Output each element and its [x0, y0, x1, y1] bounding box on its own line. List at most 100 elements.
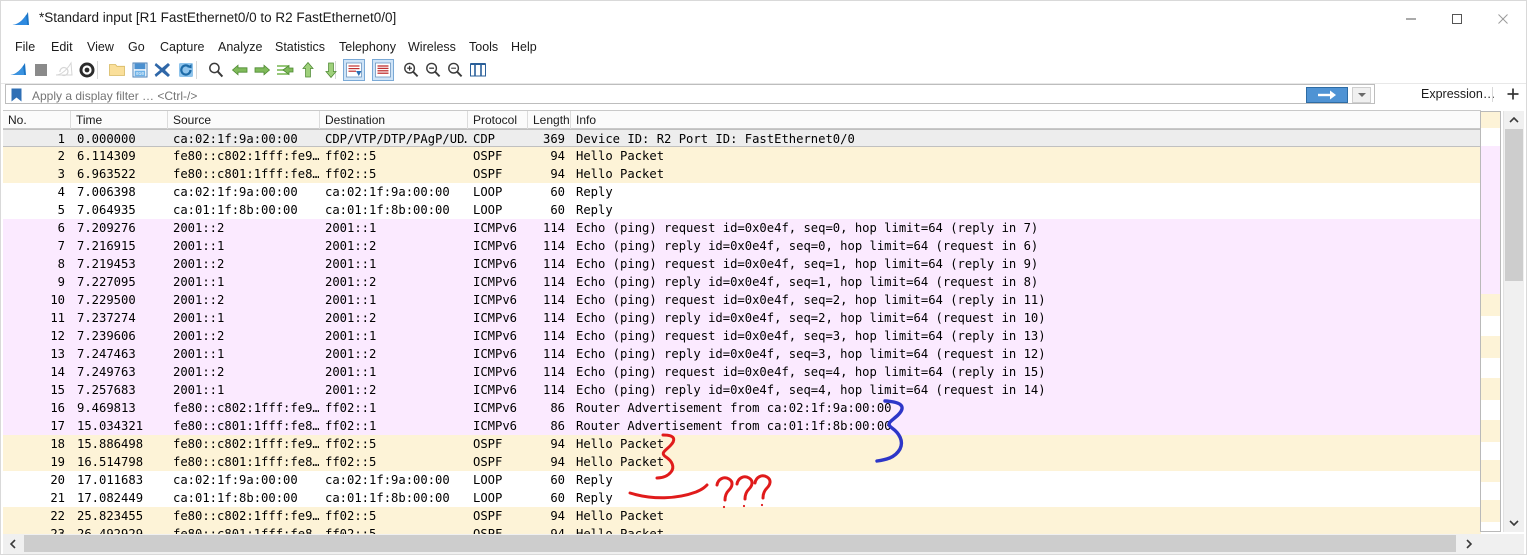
start-capture-button[interactable]	[7, 59, 29, 81]
column-header-protocol[interactable]: Protocol	[468, 111, 528, 129]
cell-destination: 2001::2	[325, 239, 377, 253]
table-row[interactable]: 1 0.000000 ca:02:1f:9a:00:00 CDP/VTP/DTP/PA…	[3, 129, 1481, 147]
table-row[interactable]: 8 7.219453 2001::2 2001::1 ICMPv6 114 Echo (pi…	[3, 255, 1481, 273]
folder-icon	[108, 61, 126, 79]
menu-item-file[interactable]: File	[9, 37, 41, 57]
menu-item-analyze[interactable]: Analyze	[212, 37, 268, 57]
table-row[interactable]: 13 7.247463 2001::1 2001::2 ICMPv6 114 Echo (p…	[3, 345, 1481, 363]
go-to-packet-button[interactable]	[274, 59, 296, 81]
table-row[interactable]: 7 7.216915 2001::1 2001::2 ICMPv6 114 Echo (pi…	[3, 237, 1481, 255]
table-row[interactable]: 23 26.492929 fe80::c801:1fff:fe8… ff02::5 OS…	[3, 525, 1481, 534]
table-row[interactable]: 6 7.209276 2001::2 2001::1 ICMPv6 114 Echo (pi…	[3, 219, 1481, 237]
table-row[interactable]: 21 17.082449 ca:01:1f:8b:00:00 ca:01:1f:8b:…	[3, 489, 1481, 507]
search-input[interactable]	[30, 87, 1264, 105]
chevron-left-icon[interactable]	[3, 534, 23, 553]
cell-protocol: OSPF	[473, 455, 503, 469]
open-file-button[interactable]	[106, 59, 128, 81]
menu-item-wireless[interactable]: Wireless	[402, 37, 462, 57]
table-row[interactable]: 19 16.514798 fe80::c801:1fff:fe8… ff02::5 OS…	[3, 453, 1481, 471]
cell-destination: ff02::5	[325, 437, 377, 451]
table-row[interactable]: 18 15.886498 fe80::c802:1fff:fe9… ff02::5 OS…	[3, 435, 1481, 453]
save-file-button[interactable]	[129, 59, 151, 81]
resize-columns-button[interactable]	[467, 59, 489, 81]
table-row[interactable]: 5 7.064935 ca:01:1f:8b:00:00 ca:01:1f:8b:00…	[3, 201, 1481, 219]
colorize-packets-button[interactable]	[372, 59, 394, 81]
table-row[interactable]: 11 7.237274 2001::1 2001::2 ICMPv6 114 Echo (p…	[3, 309, 1481, 327]
reload-file-button[interactable]	[175, 59, 197, 81]
column-header-no[interactable]: No.	[3, 111, 71, 129]
vertical-scrollbar-thumb[interactable]	[1505, 129, 1523, 281]
cell-destination: ca:02:1f:9a:00:00	[325, 185, 450, 199]
find-packet-button[interactable]	[205, 59, 227, 81]
menu-item-edit[interactable]: Edit	[45, 37, 79, 57]
go-to-last-button[interactable]	[320, 59, 342, 81]
filter-input-box[interactable]	[5, 84, 1375, 105]
table-row[interactable]: 16 9.469813 fe80::c802:1fff:fe9… ff02::1 ICM…	[3, 399, 1481, 417]
cell-length: 60	[550, 473, 565, 487]
table-row[interactable]: 14 7.249763 2001::2 2001::1 ICMPv6 114 Echo (p…	[3, 363, 1481, 381]
capture-options-button[interactable]	[76, 59, 98, 81]
zoom-out-button[interactable]	[422, 59, 444, 81]
chevron-right-icon[interactable]	[1459, 534, 1479, 553]
table-row[interactable]: 17 15.034321 fe80::c801:1fff:fe8… ff02::1 IC…	[3, 417, 1481, 435]
zoom-reset-icon	[446, 61, 464, 79]
menu-item-telephony[interactable]: Telephony	[333, 37, 402, 57]
menu-item-view[interactable]: View	[81, 37, 120, 57]
packet-list-pane[interactable]: No. Time Source Destination Protocol Length In…	[3, 110, 1524, 534]
menu-item-capture[interactable]: Capture	[154, 37, 210, 57]
table-row[interactable]: 15 7.257683 2001::1 2001::2 ICMPv6 114 Echo (p…	[3, 381, 1481, 399]
zoom-in-button[interactable]	[400, 59, 422, 81]
menu-item-help[interactable]: Help	[505, 37, 543, 57]
table-row[interactable]: 9 7.227095 2001::1 2001::2 ICMPv6 114 Echo (pi…	[3, 273, 1481, 291]
cell-protocol: ICMPv6	[473, 293, 518, 307]
cell-destination: 2001::2	[325, 311, 377, 325]
cell-no: 2	[57, 149, 65, 163]
cell-info: Echo (ping) reply id=0x0e4f, seq=0, hop …	[576, 239, 1039, 253]
cell-length: 114	[542, 239, 565, 253]
menu-item-statistics[interactable]: Statistics	[269, 37, 331, 57]
table-row[interactable]: 3 6.963522 fe80::c801:1fff:fe8… ff02::5 OSPF…	[3, 165, 1481, 183]
auto-scroll-button[interactable]	[343, 59, 365, 81]
minimize-button[interactable]	[1388, 1, 1434, 37]
zoom-reset-button[interactable]	[444, 59, 466, 81]
chevron-down-icon[interactable]	[1504, 514, 1524, 532]
horizontal-scrollbar-thumb[interactable]	[24, 535, 1456, 552]
plus-icon[interactable]	[1504, 85, 1522, 103]
cell-protocol: LOOP	[473, 473, 503, 487]
column-header-info[interactable]: Info	[571, 111, 1481, 129]
stop-capture-button[interactable]	[30, 59, 52, 81]
close-file-button[interactable]	[152, 59, 174, 81]
column-header-source[interactable]: Source	[168, 111, 320, 129]
table-row[interactable]: 22 25.823455 fe80::c802:1fff:fe9… ff02::5 OS…	[3, 507, 1481, 525]
apply-filter-button[interactable]	[1306, 87, 1348, 103]
chevron-up-icon[interactable]	[1504, 111, 1524, 129]
close-button[interactable]	[1480, 1, 1526, 37]
minimap-segment	[1481, 420, 1500, 442]
expression-button[interactable]: Expression…	[1421, 86, 1495, 103]
go-back-button[interactable]	[229, 59, 251, 81]
table-row[interactable]: 2 6.114309 fe80::c802:1fff:fe9… ff02::5 OSPF…	[3, 147, 1481, 165]
menu-item-go[interactable]: Go	[122, 37, 151, 57]
go-to-first-button[interactable]	[297, 59, 319, 81]
maximize-button[interactable]	[1434, 1, 1480, 37]
cell-no: 11	[50, 311, 65, 325]
vertical-scrollbar[interactable]	[1503, 111, 1524, 532]
cell-info: Hello Packet	[576, 167, 665, 181]
table-row[interactable]: 4 7.006398 ca:02:1f:9a:00:00 ca:02:1f:9a:00…	[3, 183, 1481, 201]
horizontal-scrollbar[interactable]	[3, 534, 1524, 554]
column-header-length[interactable]: Length	[528, 111, 571, 129]
column-header-destination[interactable]: Destination	[320, 111, 468, 129]
table-row[interactable]: 20 17.011683 ca:02:1f:9a:00:00 ca:02:1f:9a:…	[3, 471, 1481, 489]
menu-item-tools[interactable]: Tools	[463, 37, 504, 57]
cell-protocol: LOOP	[473, 203, 503, 217]
intelligent-scrollbar-minimap[interactable]	[1480, 111, 1501, 532]
go-forward-button[interactable]	[251, 59, 273, 81]
table-row[interactable]: 12 7.239606 2001::2 2001::1 ICMPv6 114 Echo (p…	[3, 327, 1481, 345]
column-header-time[interactable]: Time	[71, 111, 168, 129]
cell-destination: 2001::1	[325, 329, 377, 343]
table-row[interactable]: 10 7.229500 2001::2 2001::1 ICMPv6 114 Echo (p…	[3, 291, 1481, 309]
bookmark-icon[interactable]	[11, 88, 22, 102]
resize-columns-icon	[469, 61, 487, 79]
filter-history-dropdown[interactable]	[1352, 87, 1371, 103]
packet-list-rows[interactable]: 1 0.000000 ca:02:1f:9a:00:00 CDP/VTP/DTP/PA…	[3, 129, 1481, 534]
